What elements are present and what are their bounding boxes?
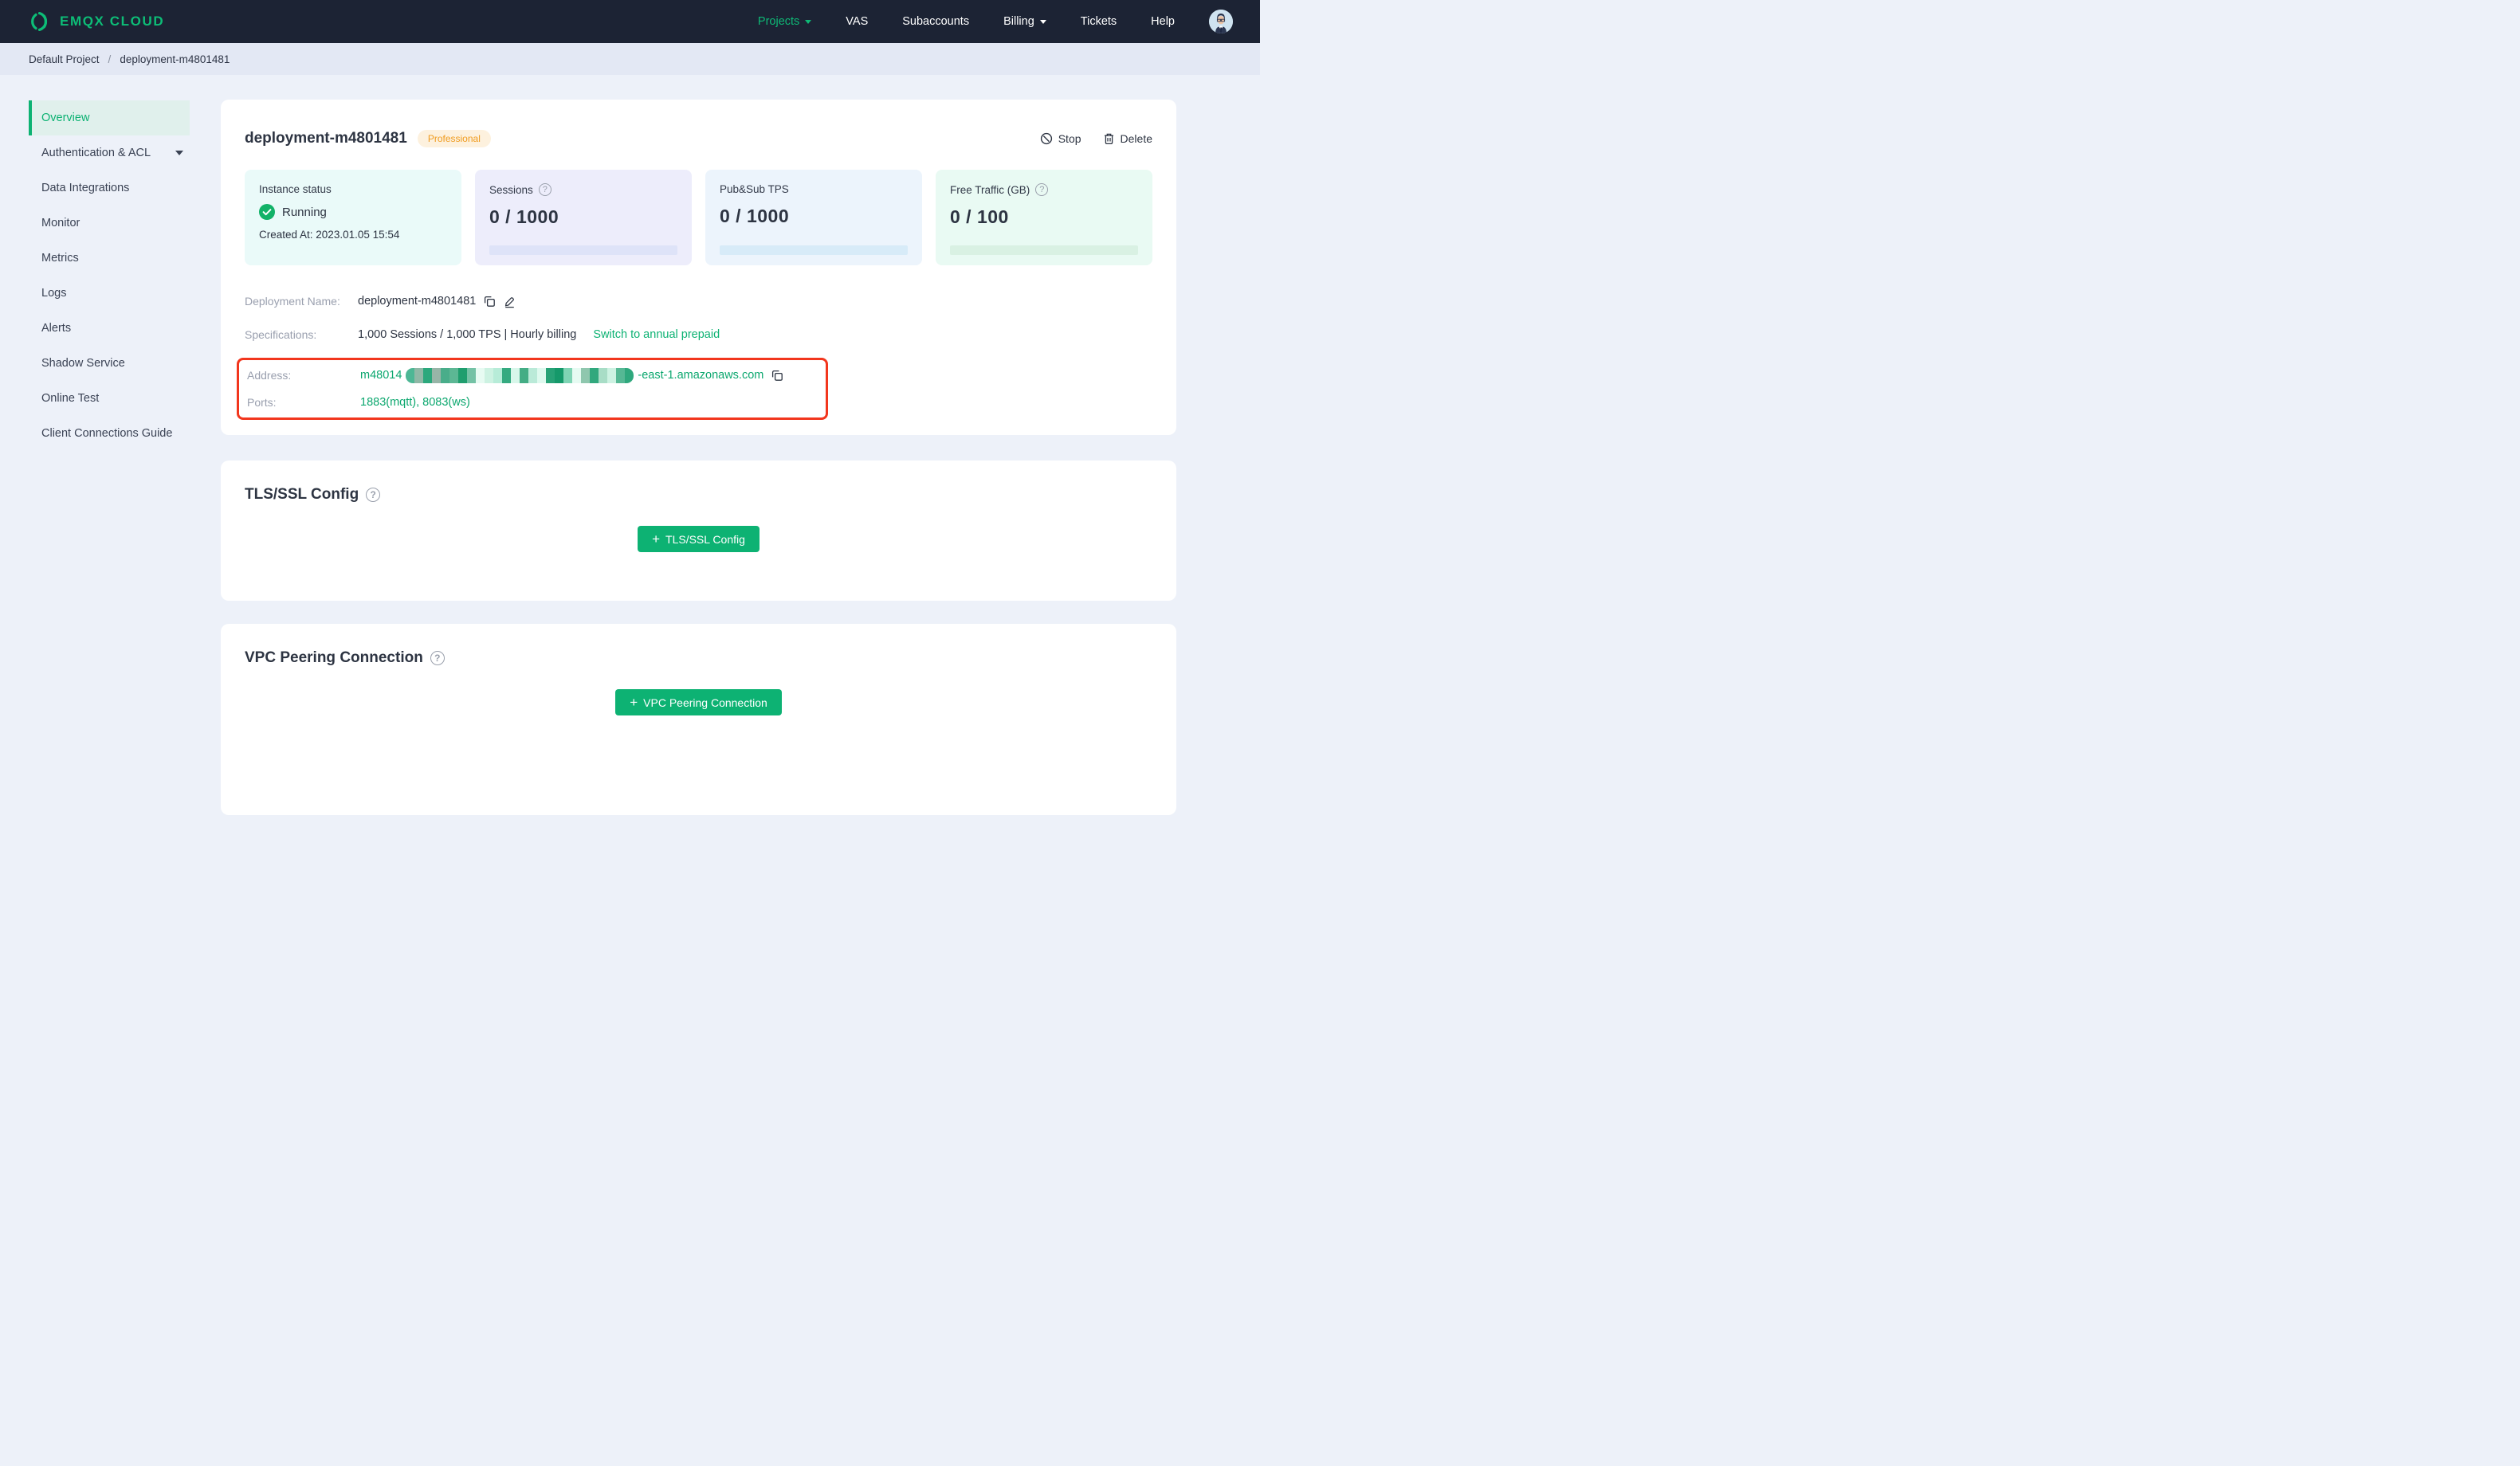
sessions-progressbar: [489, 245, 677, 255]
plan-badge: Professional: [417, 130, 491, 147]
specifications-row: Specifications: 1,000 Sessions / 1,000 T…: [245, 318, 1152, 351]
sidebar-item-shadow-service[interactable]: Shadow Service: [29, 346, 190, 381]
stat-card-free-traffic: Free Traffic (GB) ? 0 / 100: [936, 170, 1152, 265]
address-redaction-mosaic: [406, 367, 634, 383]
deployment-name-label: Deployment Name:: [245, 295, 340, 308]
edit-pencil-icon: [503, 295, 516, 308]
copy-icon: [771, 369, 783, 382]
deployment-name-value: deployment-m4801481: [358, 295, 477, 308]
address-row: Address: m48014 -east-1.amazonaws.com: [247, 362, 826, 389]
nav-vas[interactable]: VAS: [846, 15, 868, 28]
stat-card-instance-status: Instance status Running Created At: 2023…: [245, 170, 461, 265]
top-nav-items: Projects VAS Subaccounts Billing Tickets…: [758, 10, 1233, 33]
copy-address-button[interactable]: [771, 369, 783, 382]
brand-name: EMQX CLOUD: [60, 14, 165, 29]
status-badge: Running: [282, 205, 327, 219]
deployment-name-row: Deployment Name: deployment-m4801481: [245, 284, 1152, 318]
ports-label: Ports:: [247, 396, 277, 409]
tps-value: 0 / 1000: [720, 206, 790, 226]
traffic-value: 0 / 100: [950, 206, 1009, 227]
chevron-down-icon: [175, 151, 183, 155]
stop-icon: [1040, 132, 1053, 145]
breadcrumb-separator: /: [108, 53, 112, 65]
annotation-highlight-box: Address: m48014 -east-1.amazonaws.com Po…: [237, 358, 828, 420]
copy-deployment-name-button[interactable]: [483, 295, 496, 308]
edit-deployment-name-button[interactable]: [503, 295, 516, 308]
sidebar-item-authentication-acl[interactable]: Authentication & ACL: [29, 135, 190, 171]
main-content: deployment-m4801481 Professional Stop De…: [221, 100, 1176, 815]
stat-cards-row: Instance status Running Created At: 2023…: [245, 170, 1152, 265]
specifications-label: Specifications:: [245, 328, 317, 341]
chevron-down-icon: [1039, 19, 1046, 24]
help-icon[interactable]: ?: [430, 651, 445, 665]
delete-button[interactable]: Delete: [1103, 132, 1152, 145]
help-icon[interactable]: ?: [538, 183, 551, 196]
ports-value: 1883(mqtt), 8083(ws): [360, 396, 470, 409]
tls-section-title: TLS/SSL Config: [245, 486, 359, 503]
sidebar-item-client-connections-guide[interactable]: Client Connections Guide: [29, 416, 190, 451]
sidebar-item-data-integrations[interactable]: Data Integrations: [29, 171, 190, 206]
address-suffix: -east-1.amazonaws.com: [638, 369, 764, 382]
copy-icon: [483, 295, 496, 308]
stat-card-sessions: Sessions ? 0 / 1000: [475, 170, 692, 265]
sidebar-item-overview[interactable]: Overview: [29, 100, 190, 135]
deployment-title: deployment-m4801481: [245, 130, 407, 147]
nav-subaccounts[interactable]: Subaccounts: [902, 15, 969, 28]
nav-help[interactable]: Help: [1151, 15, 1175, 28]
trash-icon: [1103, 132, 1115, 145]
sidebar-item-metrics[interactable]: Metrics: [29, 241, 190, 276]
help-icon[interactable]: ?: [366, 488, 381, 502]
stop-button[interactable]: Stop: [1040, 132, 1081, 145]
switch-to-annual-prepaid-link[interactable]: Switch to annual prepaid: [593, 328, 720, 341]
nav-projects[interactable]: Projects: [758, 15, 812, 28]
add-tls-ssl-config-button[interactable]: + TLS/SSL Config: [638, 526, 760, 552]
nav-billing[interactable]: Billing: [1003, 15, 1046, 28]
plus-icon: +: [630, 694, 638, 710]
ports-row: Ports: 1883(mqtt), 8083(ws): [247, 389, 826, 416]
plus-icon: +: [652, 531, 661, 547]
chevron-down-icon: [805, 19, 812, 24]
address-prefix: m48014: [360, 369, 402, 382]
check-circle-icon: [259, 204, 275, 220]
sessions-value: 0 / 1000: [489, 206, 559, 227]
specifications-value: 1,000 Sessions / 1,000 TPS | Hourly bill…: [358, 328, 577, 341]
user-avatar[interactable]: [1209, 10, 1233, 33]
address-label: Address:: [247, 369, 292, 382]
sidebar-item-alerts[interactable]: Alerts: [29, 311, 190, 346]
add-vpc-peering-button[interactable]: + VPC Peering Connection: [615, 689, 782, 715]
emqx-logo-icon: [29, 10, 51, 33]
tls-ssl-config-card: TLS/SSL Config ? + TLS/SSL Config: [221, 461, 1176, 601]
brand-logo[interactable]: EMQX CLOUD: [29, 10, 164, 33]
sidebar-item-logs[interactable]: Logs: [29, 276, 190, 311]
help-icon[interactable]: ?: [1035, 183, 1049, 196]
breadcrumb-project[interactable]: Default Project: [29, 53, 100, 65]
breadcrumb: Default Project / deployment-m4801481: [0, 43, 1260, 75]
stat-card-pubsub-tps: Pub&Sub TPS 0 / 1000: [705, 170, 922, 265]
top-navbar: EMQX CLOUD Projects VAS Subaccounts Bill…: [0, 0, 1260, 43]
sidebar-item-online-test[interactable]: Online Test: [29, 381, 190, 416]
nav-tickets[interactable]: Tickets: [1081, 15, 1117, 28]
tps-progressbar: [720, 245, 908, 255]
created-at-text: Created At: 2023.01.05 15:54: [259, 229, 400, 241]
vpc-section-title: VPC Peering Connection: [245, 649, 423, 666]
sidebar: Overview Authentication & ACL Data Integ…: [0, 100, 190, 451]
deployment-overview-card: deployment-m4801481 Professional Stop De…: [221, 100, 1176, 435]
sidebar-item-monitor[interactable]: Monitor: [29, 206, 190, 241]
breadcrumb-current: deployment-m4801481: [120, 53, 230, 65]
traffic-progressbar: [950, 245, 1138, 255]
vpc-peering-card: VPC Peering Connection ? + VPC Peering C…: [221, 624, 1176, 815]
